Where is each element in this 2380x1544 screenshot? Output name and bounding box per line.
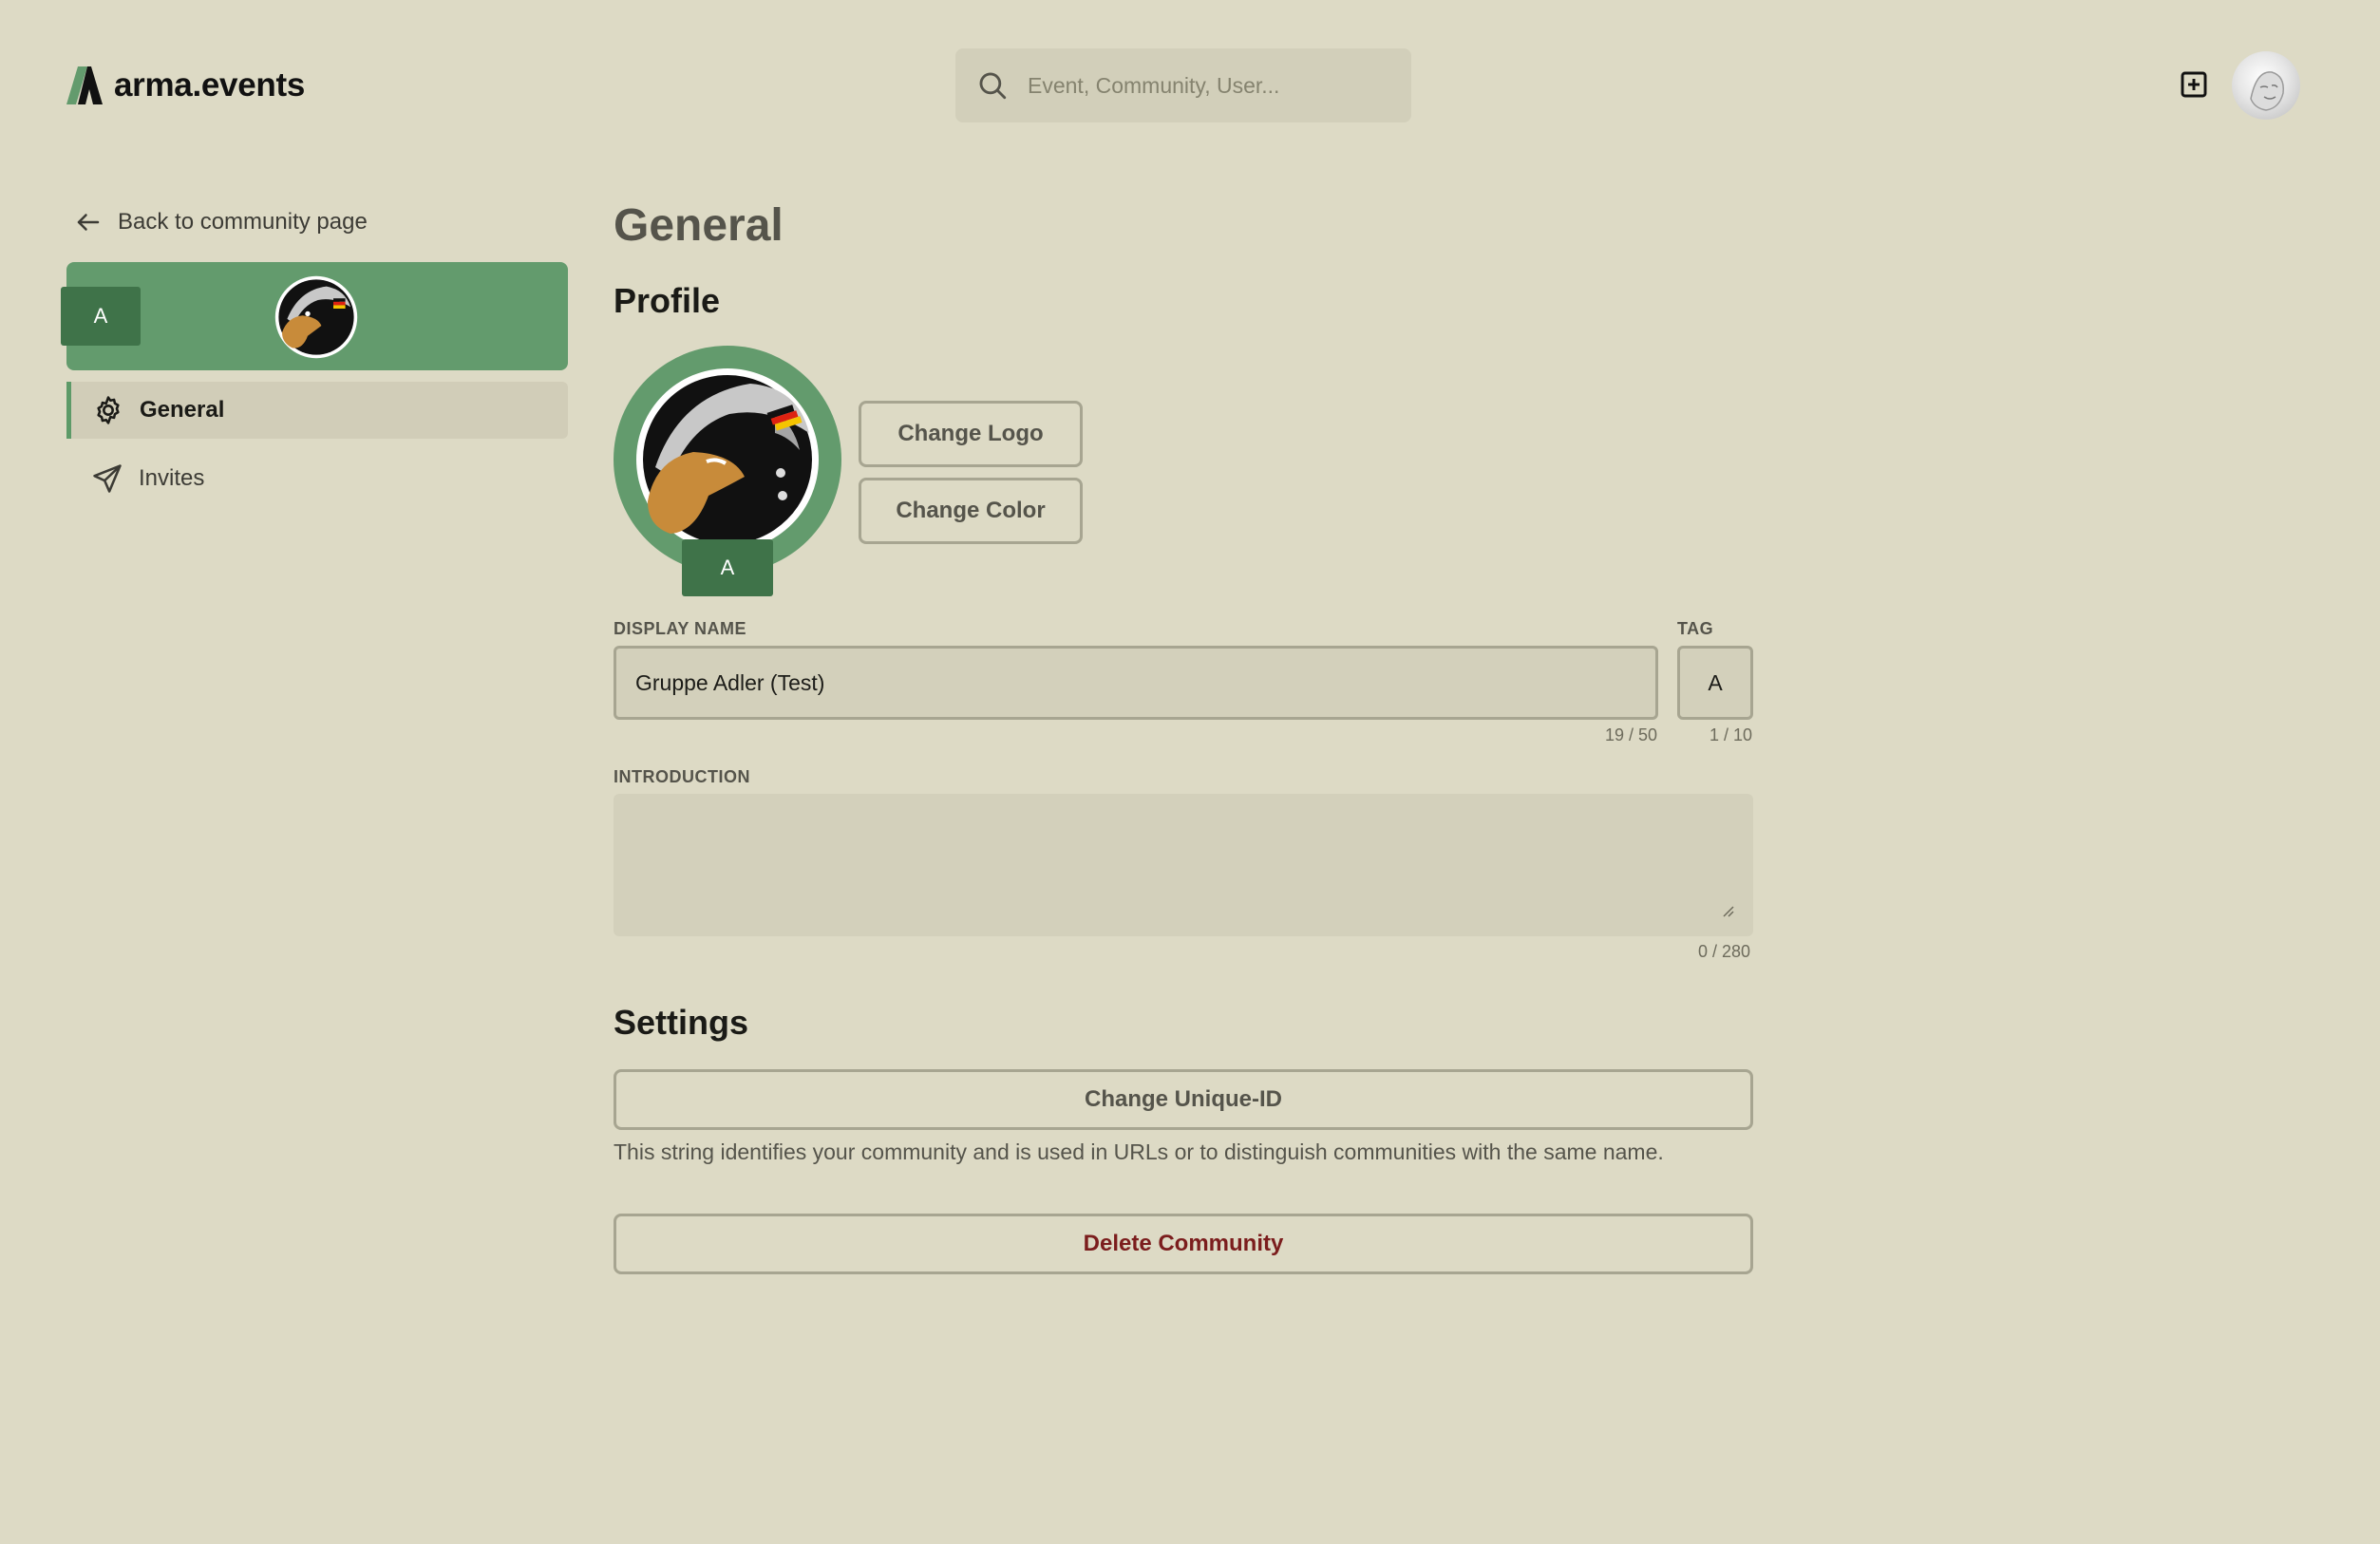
- introduction-counter: 0 / 280: [1698, 942, 1751, 961]
- resize-grip-icon[interactable]: [1719, 902, 1734, 917]
- introduction-textarea[interactable]: [614, 794, 1753, 936]
- community-logo: [274, 275, 358, 359]
- display-name-input[interactable]: [614, 646, 1658, 720]
- tag-counter: 1 / 10: [1709, 725, 1753, 744]
- brand-name: arma.events: [114, 66, 305, 104]
- tag-input[interactable]: [1677, 646, 1753, 720]
- search-input[interactable]: [1026, 71, 1390, 100]
- introduction-label: INTRODUCTION: [614, 767, 750, 786]
- arma-logo-icon: [66, 66, 103, 104]
- avatar-image: [2250, 71, 2284, 111]
- gear-icon: [97, 396, 120, 424]
- create-button[interactable]: [2177, 67, 2211, 102]
- paper-plane-icon: [93, 464, 122, 493]
- settings-heading: Settings: [614, 1003, 749, 1042]
- community-tag-badge: A: [61, 287, 141, 346]
- change-unique-id-button[interactable]: Change Unique-ID: [614, 1069, 1753, 1130]
- sidebar-item-general[interactable]: General: [66, 382, 568, 439]
- plus-square-icon: [2181, 71, 2207, 98]
- profile-heading: Profile: [614, 281, 721, 320]
- page-title: General: [614, 200, 784, 251]
- sidebar-item-invites[interactable]: Invites: [66, 450, 568, 507]
- delete-community-button[interactable]: Delete Community: [614, 1214, 1753, 1274]
- search-icon: [979, 72, 1007, 100]
- user-avatar[interactable]: [2232, 51, 2300, 120]
- display-name-counter: 19 / 50: [1605, 725, 1658, 744]
- arrow-left-icon: [77, 214, 100, 231]
- unique-id-description: This string identifies your community an…: [614, 1139, 1664, 1164]
- back-to-community-link[interactable]: Back to community page: [74, 203, 368, 241]
- logo-tag-badge: A: [682, 539, 773, 596]
- change-logo-button[interactable]: Change Logo: [859, 401, 1083, 467]
- back-label: Back to community page: [118, 209, 368, 235]
- sidebar-item-label: General: [140, 397, 225, 423]
- change-color-button[interactable]: Change Color: [859, 478, 1083, 544]
- display-name-label: DISPLAY NAME: [614, 619, 747, 638]
- search-bar[interactable]: [955, 48, 1411, 122]
- tag-label: TAG: [1677, 619, 1714, 638]
- sidebar-item-label: Invites: [139, 465, 205, 491]
- brand-logo[interactable]: arma.events: [66, 63, 305, 108]
